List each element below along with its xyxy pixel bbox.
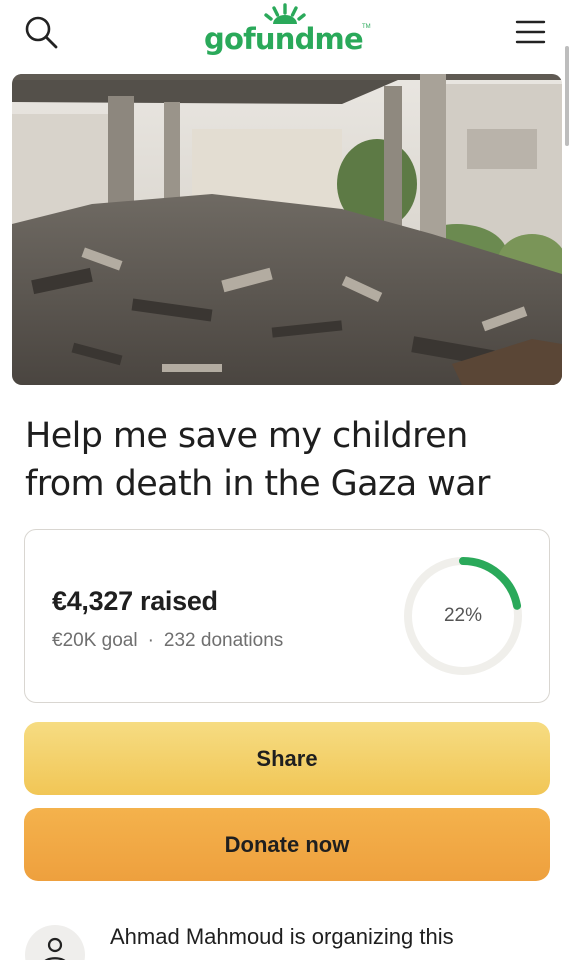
amount-raised: €4,327 raised <box>52 586 218 616</box>
user-icon <box>44 937 66 960</box>
organizer-avatar[interactable] <box>25 925 85 960</box>
goal-and-donations: €20K goal · 232 donations <box>52 630 283 652</box>
logo-wordmark: gofundme <box>204 22 364 56</box>
top-bar: gofundme TM <box>0 0 574 72</box>
search-icon[interactable] <box>22 12 62 52</box>
organizer-text: Ahmad Mahmoud is organizing this <box>110 924 454 949</box>
gofundme-logo[interactable]: gofundme TM <box>204 2 374 64</box>
page: gofundme TM Help me save my children fro… <box>0 0 574 960</box>
hamburger-menu-icon[interactable] <box>512 12 552 52</box>
logo-trademark: TM <box>362 24 371 30</box>
campaign-title: Help me save my children from death in t… <box>25 416 490 504</box>
scrollbar[interactable] <box>565 46 569 146</box>
donation-progress-card: €4,327 raised €20K goal · 232 donations 22… <box>24 529 550 703</box>
share-button[interactable]: Share <box>24 722 550 795</box>
meta-separator: · <box>147 630 154 651</box>
progress-percentage: 22% <box>443 605 483 626</box>
goal-amount: €20K goal <box>52 630 138 651</box>
campaign-hero-image[interactable] <box>12 74 562 385</box>
donation-count: 232 donations <box>163 630 284 651</box>
donate-now-button[interactable]: Donate now <box>24 808 550 881</box>
